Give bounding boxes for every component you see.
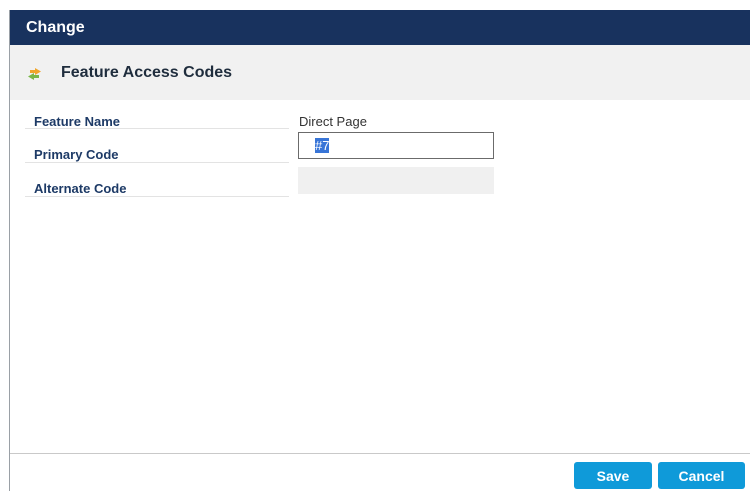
row-divider — [25, 162, 289, 163]
primary-code-input[interactable] — [298, 132, 494, 159]
save-button[interactable]: Save — [574, 462, 652, 489]
primary-code-label: Primary Code — [34, 147, 119, 162]
change-dialog: Change Feature Access Codes Feature Name… — [9, 10, 750, 491]
section-header: Feature Access Codes — [10, 45, 750, 100]
section-title: Feature Access Codes — [61, 64, 233, 81]
feature-name-label: Feature Name — [34, 114, 120, 129]
row-divider — [25, 128, 289, 129]
swap-arrows-icon — [28, 68, 41, 80]
row-divider — [25, 196, 289, 197]
cancel-button[interactable]: Cancel — [658, 462, 745, 489]
alternate-code-label: Alternate Code — [34, 181, 127, 196]
feature-name-value: Direct Page — [299, 114, 367, 129]
dialog-title: Change — [10, 10, 750, 45]
alternate-code-input — [298, 167, 494, 194]
footer-divider — [10, 453, 750, 454]
